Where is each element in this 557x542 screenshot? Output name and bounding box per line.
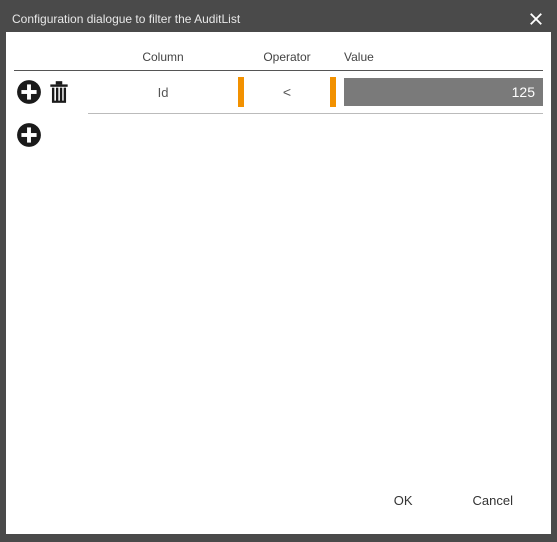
trash-icon bbox=[46, 79, 72, 105]
header-operator: Operator bbox=[238, 50, 336, 64]
titlebar: Configuration dialogue to filter the Aud… bbox=[6, 6, 551, 32]
filter-row: Id < bbox=[14, 71, 543, 113]
close-icon bbox=[527, 10, 545, 28]
header-value: Value bbox=[336, 50, 543, 64]
delete-condition-button[interactable] bbox=[44, 77, 74, 107]
plus-circle-icon bbox=[16, 79, 42, 105]
operator-cell[interactable]: < bbox=[244, 84, 330, 100]
column-cell[interactable]: Id bbox=[88, 85, 238, 100]
cancel-button[interactable]: Cancel bbox=[473, 493, 513, 508]
content-fill bbox=[14, 156, 543, 479]
close-button[interactable] bbox=[527, 10, 545, 28]
value-input[interactable] bbox=[344, 78, 543, 106]
add-row bbox=[14, 114, 543, 156]
column-headers: Column Operator Value bbox=[14, 50, 543, 71]
ok-button[interactable]: OK bbox=[394, 493, 413, 508]
value-cell bbox=[336, 78, 543, 106]
dialog-title: Configuration dialogue to filter the Aud… bbox=[12, 12, 240, 26]
footer: OK Cancel bbox=[14, 479, 543, 526]
add-condition-button[interactable] bbox=[14, 77, 44, 107]
header-column: Column bbox=[88, 50, 238, 64]
dialog-panel: Column Operator Value Id < bbox=[6, 32, 551, 534]
plus-circle-icon bbox=[16, 122, 42, 148]
add-row-button[interactable] bbox=[14, 120, 44, 150]
